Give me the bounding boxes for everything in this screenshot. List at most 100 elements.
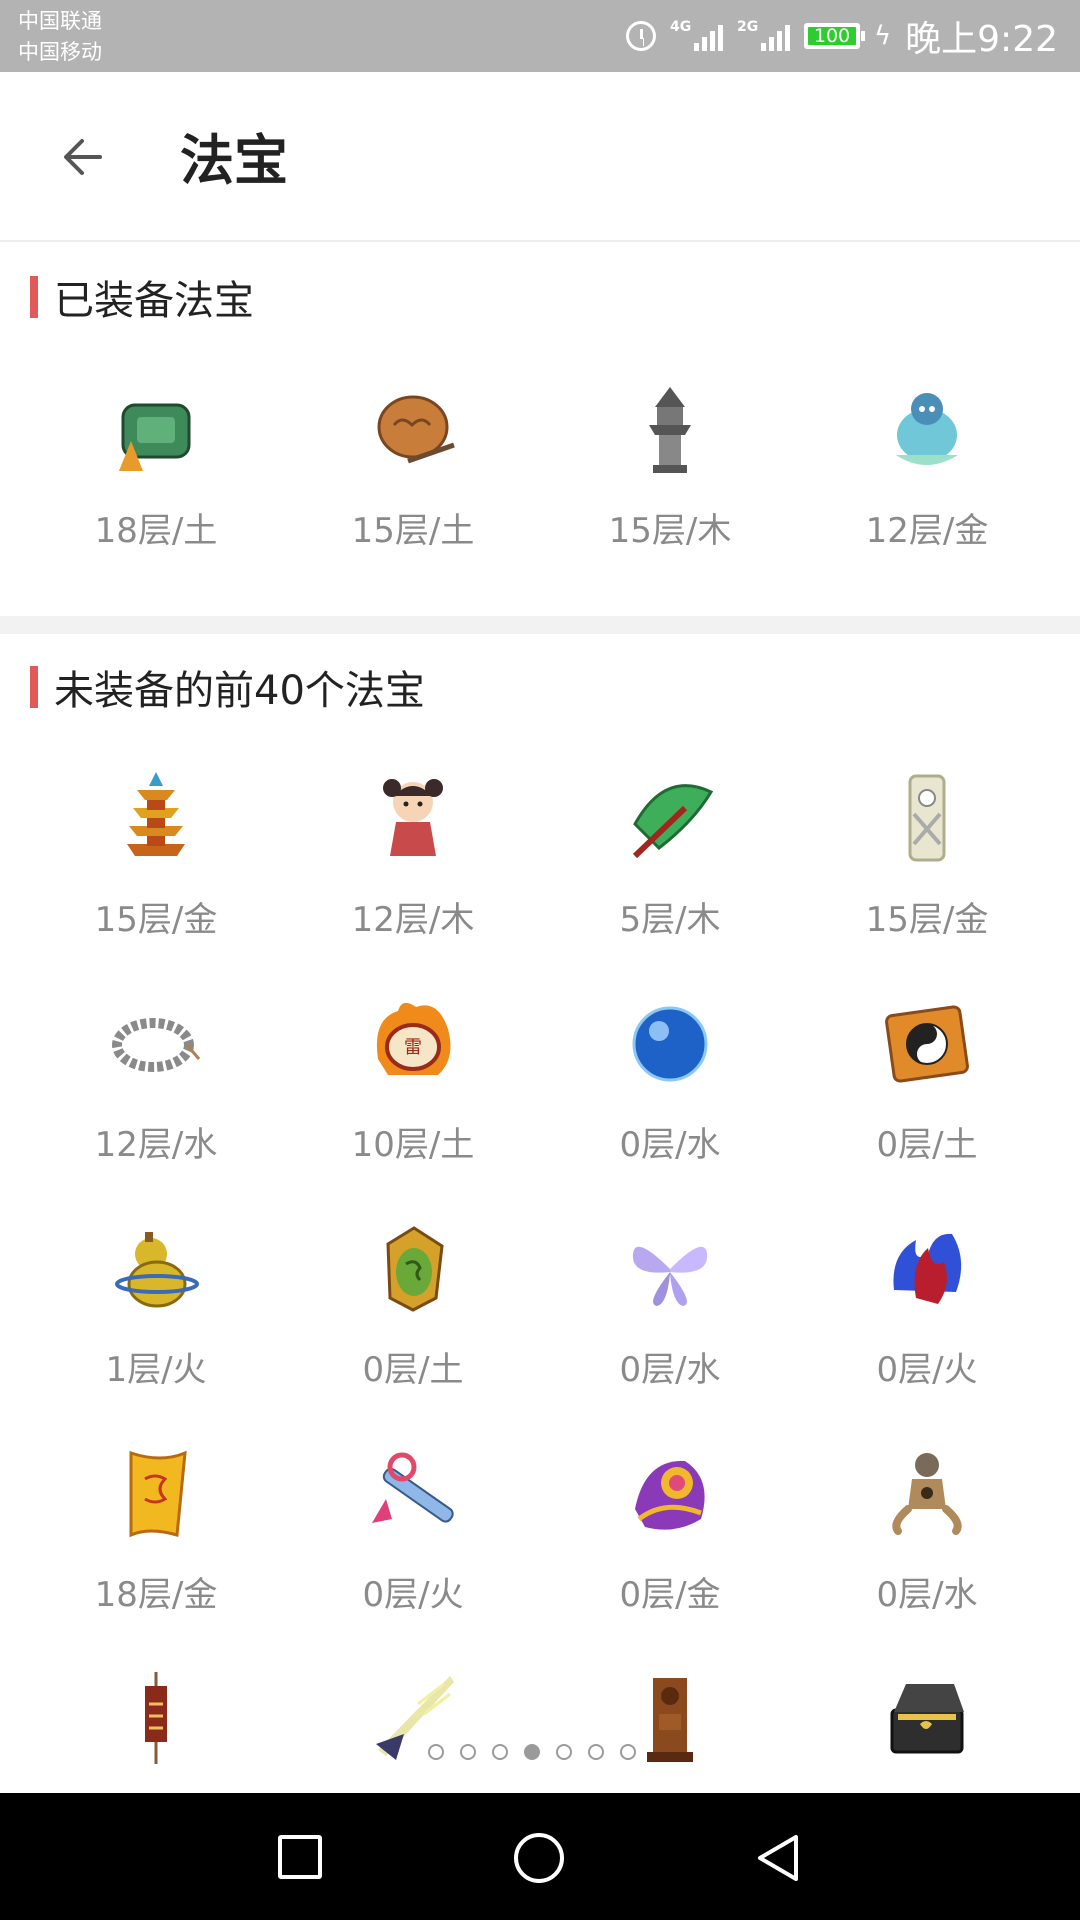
section-accent-bar	[30, 666, 38, 708]
treasure-item[interactable]: 0层/土	[807, 989, 1047, 1166]
treasure-item[interactable]: 15层/金	[36, 764, 276, 941]
dragon-token-icon	[358, 1214, 468, 1324]
treasure-item[interactable]: 18层/土	[36, 375, 276, 552]
yinyang-scroll-icon	[872, 989, 982, 1099]
treasure-level-label: 0层/土	[876, 1125, 978, 1165]
treasure-level-label: 15层/土	[351, 511, 475, 551]
back-arrow-icon	[64, 139, 102, 175]
page-dot[interactable]	[556, 1744, 572, 1760]
back-nav-button[interactable]	[752, 1831, 802, 1881]
treasure-item[interactable]: 15层/土	[293, 375, 533, 552]
butterfly-icon	[615, 1214, 725, 1324]
app-header: 法宝	[0, 72, 1080, 242]
flame-drum-icon: 雷	[358, 989, 468, 1099]
golden-pagoda-icon	[101, 764, 211, 874]
green-jade-pendant-icon	[101, 375, 211, 485]
treasure-item[interactable]	[36, 1664, 276, 1774]
section-header: 未装备的前40个法宝	[30, 666, 425, 714]
prayer-beads-icon	[101, 989, 211, 1099]
back-button[interactable]	[56, 127, 116, 187]
unequipped-section: 未装备的前40个法宝 15层/金 12层/木 5层/木 15层/金 12层/水 雷 10层/…	[0, 634, 1080, 1793]
jade-flute-icon	[358, 1439, 468, 1549]
ornate-fan-icon	[615, 1439, 725, 1549]
network-type-2: 2G	[737, 19, 759, 35]
treasure-level-label: 0层/金	[619, 1575, 721, 1615]
treasure-level-label: 0层/火	[876, 1350, 978, 1390]
treasure-level-label: 1层/火	[105, 1350, 207, 1390]
carrier-2: 中国移动	[18, 40, 102, 64]
green-umbrella-icon	[615, 764, 725, 874]
hanging-banner-icon	[101, 1664, 211, 1774]
treasure-level-label: 18层/金	[94, 1575, 218, 1615]
clock: 晚上9:22	[905, 19, 1058, 60]
alarm-icon	[626, 21, 656, 51]
golden-talisman-icon	[101, 1439, 211, 1549]
treasure-level-label: 0层/水	[876, 1575, 978, 1615]
section-accent-bar	[30, 276, 38, 318]
treasure-item[interactable]: 12层/水	[36, 989, 276, 1166]
treasure-level-label: 12层/金	[865, 511, 989, 551]
home-button[interactable]	[514, 1833, 564, 1883]
treasure-level-label: 12层/水	[94, 1125, 218, 1165]
treasure-item[interactable]: 15层/金	[807, 764, 1047, 941]
white-figure-icon	[872, 764, 982, 874]
treasure-item[interactable]: 18层/金	[36, 1439, 276, 1616]
treasure-item[interactable]: 0层/水	[807, 1439, 1047, 1616]
charging-icon: ϟ	[874, 21, 892, 51]
page-indicator	[428, 1744, 636, 1760]
page-dot[interactable]	[524, 1744, 540, 1760]
treasure-level-label: 5层/木	[619, 900, 721, 940]
treasure-level-label: 0层/水	[619, 1125, 721, 1165]
treasure-level-label: 0层/水	[619, 1350, 721, 1390]
treasure-item[interactable]: 0层/土	[293, 1214, 533, 1391]
page-dot[interactable]	[428, 1744, 444, 1760]
treasure-level-label: 18层/土	[94, 511, 218, 551]
treasure-level-label: 15层/金	[865, 900, 989, 940]
page-dot[interactable]	[588, 1744, 604, 1760]
battery-icon: 100	[804, 23, 865, 49]
treasure-item[interactable]: 雷 10层/土	[293, 989, 533, 1166]
stone-pagoda-icon	[615, 375, 725, 485]
treasure-level-label: 15层/金	[94, 900, 218, 940]
page-dot[interactable]	[620, 1744, 636, 1760]
treasure-item[interactable]: 0层/火	[293, 1439, 533, 1616]
treasure-item[interactable]: 12层/金	[807, 375, 1047, 552]
gourd-icon	[101, 1214, 211, 1324]
network-type-1: 4G	[670, 19, 692, 35]
treasure-item[interactable]: 12层/木	[293, 764, 533, 941]
treasure-level-label: 12层/木	[351, 900, 475, 940]
carrier-info: 中国联通 中国移动	[18, 6, 102, 68]
carrier-1: 中国联通	[18, 9, 102, 33]
section-title: 未装备的前40个法宝	[54, 668, 425, 714]
red-blue-flame-icon	[872, 1214, 982, 1324]
wooden-puppet-icon	[872, 1439, 982, 1549]
section-header: 已装备法宝	[30, 276, 254, 324]
section-title: 已装备法宝	[54, 278, 254, 324]
doll-icon	[358, 764, 468, 874]
treasure-item[interactable]: 0层/金	[550, 1439, 790, 1616]
page-title: 法宝	[180, 129, 288, 192]
treasure-item[interactable]: 5层/木	[550, 764, 790, 941]
treasure-level-label: 0层/火	[362, 1575, 464, 1615]
blue-spirit-icon	[872, 375, 982, 485]
status-bar: 中国联通 中国移动 4G 2G 100 ϟ 晚上9:22	[0, 0, 1080, 72]
system-nav-bar	[0, 1793, 1080, 1920]
page-dot[interactable]	[492, 1744, 508, 1760]
section-divider	[0, 616, 1080, 634]
treasure-item[interactable]: 15层/木	[550, 375, 790, 552]
signal-4g-icon: 4G	[670, 19, 723, 51]
treasure-level-label: 10层/土	[351, 1125, 475, 1165]
treasure-item[interactable]: 0层/火	[807, 1214, 1047, 1391]
battery-level: 100	[808, 27, 856, 46]
treasure-item[interactable]: 0层/水	[550, 989, 790, 1166]
bronze-bowl-icon	[358, 375, 468, 485]
treasure-item[interactable]	[807, 1664, 1047, 1774]
signal-2g-icon: 2G	[737, 19, 790, 51]
recent-apps-button[interactable]	[278, 1835, 322, 1879]
equipped-section: 已装备法宝 18层/土 15层/土 15层/木 12层/金	[0, 240, 1080, 616]
page-dot[interactable]	[460, 1744, 476, 1760]
treasure-item[interactable]: 1层/火	[36, 1214, 276, 1391]
svg-text:雷: 雷	[404, 1037, 422, 1058]
treasure-item[interactable]: 0层/水	[550, 1214, 790, 1391]
triangle-back-icon	[758, 1835, 798, 1881]
